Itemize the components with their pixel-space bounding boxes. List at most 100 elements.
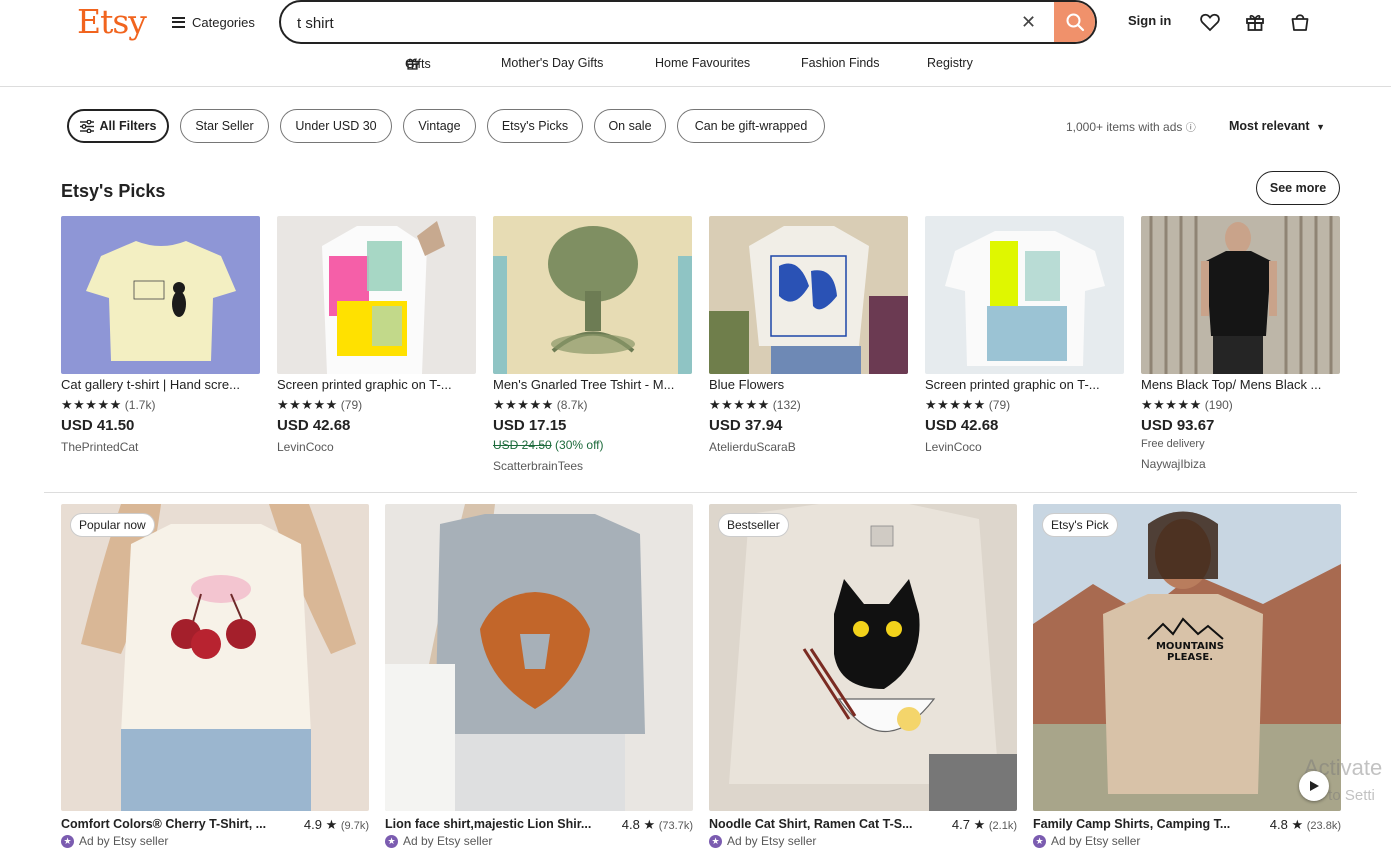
filter-chip-gift-wrapped[interactable]: Can be gift-wrapped [677, 109, 825, 143]
nav-mothers-day-gifts[interactable]: Mother's Day Gifts [501, 56, 603, 70]
shop-name: ScatterbrainTees [493, 459, 584, 473]
ad-text: Ad by Etsy seller [403, 834, 493, 848]
product-price: USD 17.15 [493, 417, 567, 434]
product-title[interactable]: Cat gallery t-shirt | Hand scre... [61, 377, 260, 392]
filter-chip-vintage[interactable]: Vintage [403, 109, 476, 143]
listing-card[interactable]: MOUNTAINS PLEASE. Etsy's Pick Family Cam… [1033, 504, 1341, 852]
review-count: (190) [1204, 398, 1233, 412]
info-icon[interactable]: ⓘ [1186, 123, 1196, 134]
review-count: (2.1k) [988, 820, 1017, 832]
review-count: (79) [340, 398, 363, 412]
cart-icon[interactable] [1289, 11, 1311, 33]
ad-text: Ad by Etsy seller [79, 834, 169, 848]
review-count: (23.8k) [1306, 820, 1341, 832]
product-title[interactable]: Comfort Colors® Cherry T-Shirt, ... [61, 817, 271, 831]
stars-glyphs: ★★★★★ [277, 397, 338, 412]
pick-card[interactable]: Cat gallery t-shirt | Hand scre... ★★★★★… [61, 216, 260, 476]
rating-value: 4.8 [1269, 817, 1288, 832]
search-input[interactable] [297, 12, 997, 34]
see-more-button[interactable]: See more [1256, 171, 1340, 205]
filter-chip-etsys-picks[interactable]: Etsy's Picks [487, 109, 583, 143]
stars-glyphs: ★★★★★ [61, 397, 122, 412]
results-count-text: 1,000+ items with ads [1066, 120, 1183, 134]
nav-registry[interactable]: Registry [927, 56, 973, 70]
product-image[interactable] [493, 216, 692, 374]
free-delivery: Free delivery [1141, 438, 1205, 450]
gift-icon[interactable] [1244, 11, 1266, 33]
rating-stars: ★★★★★ (79) [925, 397, 1010, 413]
product-price: USD 41.50 [61, 417, 135, 434]
star-icon: ★ [325, 817, 338, 832]
filter-chip-on-sale[interactable]: On sale [594, 109, 666, 143]
filter-chip-under-usd-30[interactable]: Under USD 30 [280, 109, 392, 143]
all-filters-label: All Filters [99, 119, 157, 133]
ad-label: ★ Ad by Etsy seller [1033, 834, 1140, 848]
results-count: 1,000+ items with ads ⓘ [1066, 119, 1196, 134]
sign-in-link[interactable]: Sign in [1128, 13, 1171, 28]
product-title[interactable]: Screen printed graphic on T-... [925, 377, 1124, 392]
listing-card[interactable]: Bestseller Noodle Cat Shirt, Ramen Cat T… [709, 504, 1017, 852]
rating-stars: ★★★★★ (132) [709, 397, 801, 413]
product-title[interactable]: Men's Gnarled Tree Tshirt - M... [493, 377, 692, 392]
product-image[interactable]: Bestseller [709, 504, 1017, 811]
pick-card[interactable]: Blue Flowers ★★★★★ (132) USD 37.94 Atelie… [709, 216, 908, 476]
popular-now-badge: Popular now [70, 513, 155, 537]
stars-glyphs: ★★★★★ [493, 397, 554, 412]
review-count: (132) [772, 398, 801, 412]
bestseller-badge: Bestseller [718, 513, 789, 537]
star-seller-icon: ★ [709, 834, 722, 848]
product-title[interactable]: Mens Black Top/ Mens Black ... [1141, 377, 1340, 392]
pick-card[interactable]: Men's Gnarled Tree Tshirt - M... ★★★★★ (8… [493, 216, 692, 476]
product-image[interactable] [1141, 216, 1340, 374]
clear-search-icon[interactable]: ✕ [1021, 12, 1036, 33]
shop-name: NaywajIbiza [1141, 457, 1206, 471]
nav-gifts[interactable]: Gifts [405, 56, 431, 71]
search-bar: ✕ [279, 0, 1097, 44]
product-image[interactable] [61, 216, 260, 374]
product-image[interactable] [277, 216, 476, 374]
pick-card[interactable]: Mens Black Top/ Mens Black ... ★★★★★ (190… [1141, 216, 1340, 476]
product-title[interactable]: Family Camp Shirts, Camping T... [1033, 817, 1243, 831]
product-image[interactable]: Popular now [61, 504, 369, 811]
product-image[interactable] [385, 504, 693, 811]
sort-label: Most relevant [1229, 119, 1310, 133]
play-video-button[interactable] [1299, 771, 1329, 801]
all-filters-button[interactable]: All Filters [67, 109, 169, 143]
stars-glyphs: ★★★★★ [709, 397, 770, 412]
product-title[interactable]: Blue Flowers [709, 377, 908, 392]
filter-sliders-icon [79, 119, 94, 133]
filter-chip-star-seller[interactable]: Star Seller [180, 109, 269, 143]
etsy-logo[interactable]: Etsy [77, 2, 147, 41]
section-divider [44, 492, 1357, 493]
star-icon: ★ [1291, 817, 1304, 832]
listing-card[interactable]: Lion face shirt,majestic Lion Shir... 4.… [385, 504, 693, 852]
pick-card[interactable]: Screen printed graphic on T-... ★★★★★ (79… [925, 216, 1124, 476]
product-image[interactable] [925, 216, 1124, 374]
categories-button[interactable]: Categories [172, 12, 255, 32]
listing-card[interactable]: Popular now Comfort Colors® Cherry T-Shi… [61, 504, 369, 852]
sort-dropdown[interactable]: Most relevant ▼ [1229, 119, 1325, 133]
search-button[interactable] [1054, 2, 1095, 42]
nav-fashion-finds[interactable]: Fashion Finds [801, 56, 880, 70]
product-image[interactable] [709, 216, 908, 374]
site-header: Etsy Categories ✕ Sign in Gifts Mother's… [0, 0, 1391, 87]
search-icon [1066, 13, 1085, 32]
pick-card[interactable]: Screen printed graphic on T-... ★★★★★ (79… [277, 216, 476, 476]
product-price: USD 93.67 [1141, 417, 1215, 434]
ad-text: Ad by Etsy seller [1051, 834, 1141, 848]
section-title: Etsy's Picks [61, 181, 166, 201]
product-title[interactable]: Noodle Cat Shirt, Ramen Cat T-S... [709, 817, 919, 831]
stars-glyphs: ★★★★★ [1141, 397, 1202, 412]
rating-value: 4.9 [303, 817, 322, 832]
product-title[interactable]: Lion face shirt,majestic Lion Shir... [385, 817, 595, 831]
product-price: USD 42.68 [277, 417, 351, 434]
product-image[interactable]: MOUNTAINS PLEASE. Etsy's Pick [1033, 504, 1341, 811]
rating-stars: ★★★★★ (79) [277, 397, 362, 413]
favorites-heart-icon[interactable] [1199, 11, 1221, 33]
product-price: USD 37.94 [709, 417, 783, 434]
product-title[interactable]: Screen printed graphic on T-... [277, 377, 476, 392]
nav-home-favourites[interactable]: Home Favourites [655, 56, 750, 70]
caret-down-icon: ▼ [1316, 122, 1325, 132]
shirt-graphic-text: MOUNTAINS PLEASE. [1155, 641, 1225, 663]
review-count: (79) [988, 398, 1011, 412]
